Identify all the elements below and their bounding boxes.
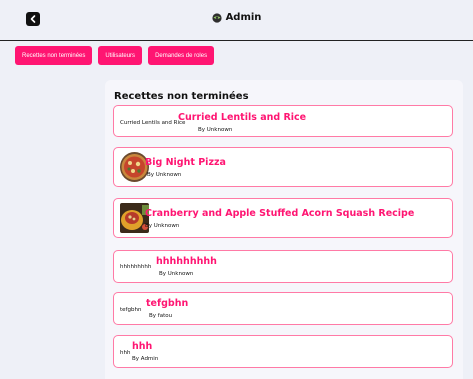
recipe-author: By Unknown [198,127,233,133]
recipe-author: By Unknown [159,271,194,277]
nav-role-requests-button[interactable]: Demandes de roles [148,46,215,65]
nav-unfinished-recipes-button[interactable]: Recettes non terminées [15,46,93,65]
unfinished-recipes-panel: Recettes non terminées Curried Lentils a… [105,80,463,379]
recipe-image-alt-text: Curried Lentils and Rice [120,120,186,126]
recipe-author: By Unknown [145,223,180,229]
recipe-author: By Unknown [147,172,182,178]
nav-users-button[interactable]: Utilisateurs [98,46,143,65]
recipe-card[interactable]: hhh hhh By Admin [113,335,453,368]
recipe-card[interactable]: Curried Lentils and Rice Curried Lentils… [113,105,453,137]
recipe-image-alt-text: tefgbhn [120,307,142,313]
recipe-image-alt-text: hhh [120,350,131,356]
admin-nav: Recettes non terminées Utilisateurs Dema… [15,46,215,65]
logo-icon [211,12,222,23]
panel-title: Recettes non terminées [114,91,249,102]
recipe-title[interactable]: tefgbhn [146,298,188,309]
recipe-author: By Admin [132,356,159,362]
header-title-group: Admin [0,12,473,23]
recipe-author: By fatou [149,313,173,319]
app-header: Admin [0,0,473,41]
recipe-card[interactable]: tefgbhn tefgbhn By fatou [113,292,453,325]
recipe-title[interactable]: hhhhhhhhh [156,256,217,267]
recipe-title[interactable]: Big Night Pizza [145,157,226,168]
recipe-title[interactable]: Curried Lentils and Rice [178,112,306,123]
recipe-image-alt-text: hhhhhhhhh [120,264,152,270]
page-title: Admin [225,12,262,23]
recipe-title[interactable]: Cranberry and Apple Stuffed Acorn Squash… [145,208,414,219]
recipe-card[interactable]: Cranberry and Apple Stuffed Acorn Squash… [113,198,453,238]
recipe-title[interactable]: hhh [132,341,152,352]
recipe-card[interactable]: hhhhhhhhh hhhhhhhhh By Unknown [113,250,453,283]
recipe-card[interactable]: Big Night Pizza By Unknown [113,147,453,187]
